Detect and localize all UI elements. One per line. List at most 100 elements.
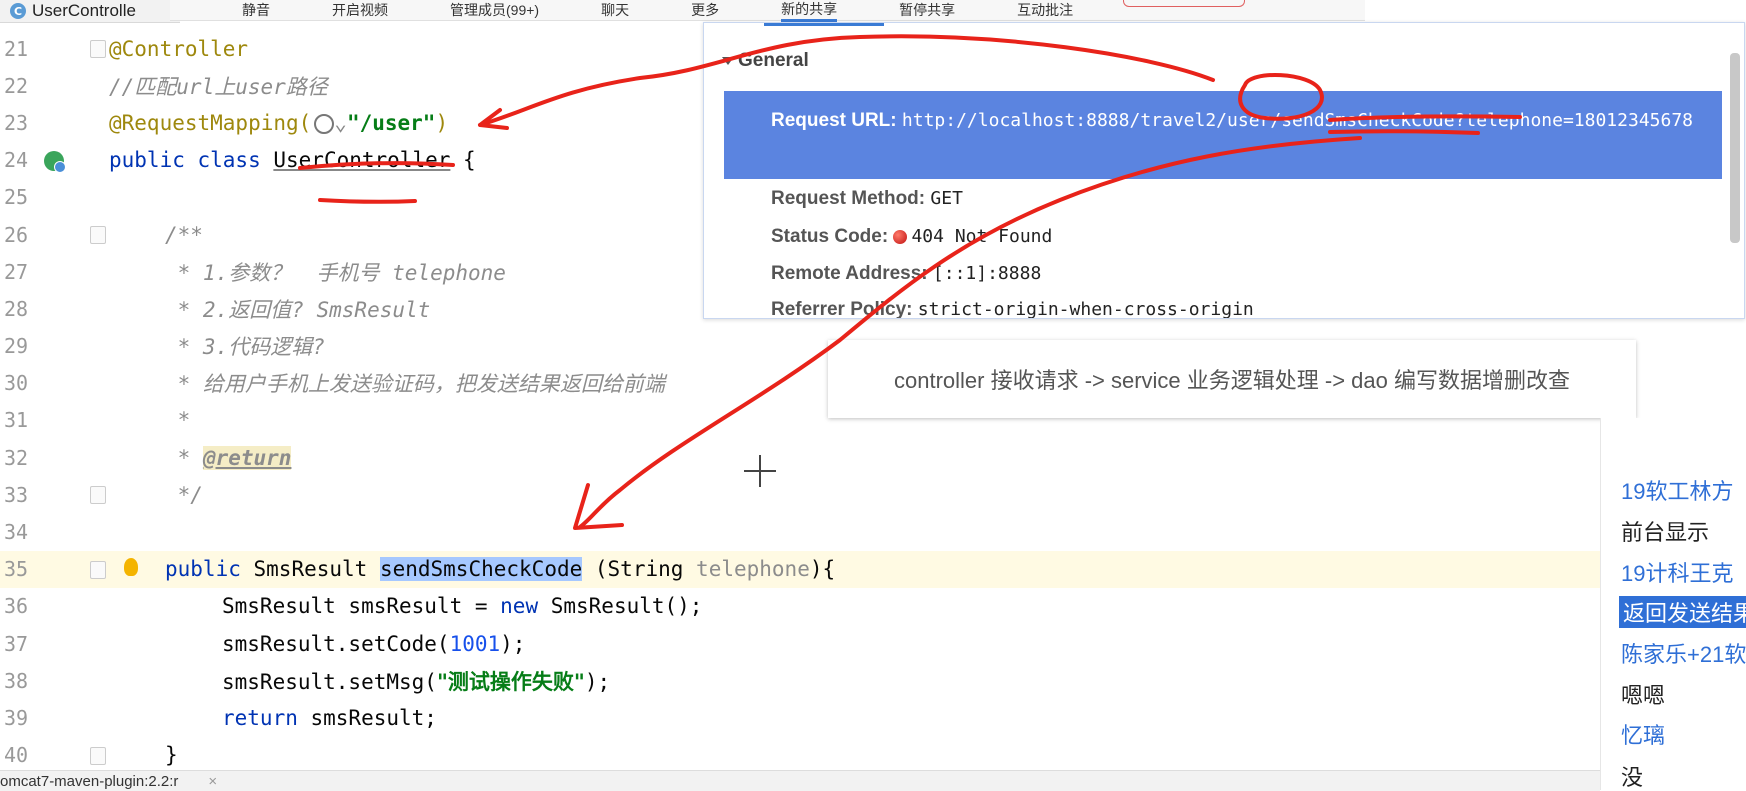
code-text: * 1.参数？ 手机号 telephone: [165, 260, 506, 285]
chat-button[interactable]: 聊天: [601, 0, 629, 20]
string-literal: "/user": [346, 110, 436, 135]
file-tab[interactable]: C UserControlle: [0, 0, 180, 23]
method-name-selected[interactable]: sendSmsCheckCode: [379, 557, 583, 582]
scrollbar-thumb[interactable]: [1730, 53, 1740, 243]
remote-address-label: Remote Address:: [771, 263, 928, 284]
line-number: 33: [4, 482, 29, 507]
chat-sender[interactable]: 19计科王克: [1621, 556, 1733, 588]
fold-icon[interactable]: [90, 746, 106, 765]
code-segment: SmsResult();: [538, 594, 703, 619]
code-line: 33 */: [0, 476, 1600, 513]
line-number: 28: [4, 296, 29, 321]
lightbulb-icon[interactable]: [124, 557, 138, 576]
class-name: UserController: [273, 148, 451, 173]
line-number: 31: [4, 408, 29, 433]
code-line-current: 35 public SmsResult sendSmsCheckCode (St…: [0, 550, 1600, 588]
chat-sender[interactable]: 陈家乐+21软: [1621, 637, 1746, 669]
chat-sender[interactable]: 19软工林方: [1621, 474, 1733, 506]
line-number: 34: [4, 520, 29, 545]
chat-sender[interactable]: 忆璃: [1621, 718, 1665, 750]
remote-address-row: Remote Address: [::1]:8888: [771, 263, 1744, 285]
code-text: SmsResult smsResult = new SmsResult();: [222, 594, 702, 618]
brace: {: [450, 148, 476, 173]
paren-open: (String: [582, 557, 697, 582]
referrer-policy-label: Referrer Policy:: [771, 299, 913, 319]
chat-message-selected[interactable]: 返回发送结果: [1619, 596, 1746, 628]
architecture-note: controller 接收请求 -> service 业务逻辑处理 -> dao…: [828, 340, 1636, 418]
spring-bean-icon[interactable]: [44, 150, 66, 173]
keyword: return: [222, 705, 298, 730]
code-text: public class UserController {: [109, 148, 476, 172]
code-text: smsResult.setCode(1001);: [222, 632, 525, 656]
architecture-note-text: controller 接收请求 -> service 业务逻辑处理 -> dao…: [893, 368, 1570, 393]
line-number: 40: [4, 743, 29, 768]
code-text: /**: [165, 222, 203, 247]
expand-triangle-icon[interactable]: [722, 56, 734, 65]
fold-icon[interactable]: [90, 486, 106, 505]
line-number: 37: [4, 631, 29, 656]
keyword: new: [500, 594, 539, 619]
keyword: public class: [109, 148, 274, 173]
general-section-header[interactable]: General: [722, 50, 809, 72]
line-number: 26: [4, 222, 29, 247]
request-url-row[interactable]: Request URL: http://localhost:8888/trave…: [724, 91, 1722, 179]
fold-icon[interactable]: [90, 225, 106, 244]
annotate-button[interactable]: 互动批注: [1017, 0, 1073, 20]
chat-message: 嗯嗯: [1621, 683, 1666, 708]
code-text: * 给用户手机上发送验证码，把发送结果返回给前端: [165, 372, 665, 397]
run-status-bar[interactable]: omcat7-maven-plugin:2.2:r ×: [0, 770, 1600, 791]
code-line: 34: [0, 513, 1600, 550]
code-line: 40 }: [0, 737, 1600, 774]
line-number: 35: [4, 557, 29, 582]
members-button[interactable]: 管理成员(99+): [450, 0, 539, 20]
more-button[interactable]: 更多: [691, 0, 719, 20]
code-text: //匹配url上user路径: [109, 74, 328, 99]
code-segment: );: [500, 631, 526, 656]
video-button[interactable]: 开启视频: [332, 0, 388, 20]
chat-message: 没: [1621, 765, 1644, 790]
pause-share-button[interactable]: 暂停共享: [899, 0, 955, 20]
line-number: 22: [4, 73, 29, 98]
code-line: 39 return smsResult;: [0, 699, 1600, 736]
code-segment: smsResult.setCode(: [222, 631, 450, 656]
line-number: 36: [4, 594, 29, 619]
code-text: }: [165, 743, 178, 768]
meeting-toolbar: 静音 开启视频 管理成员(99+) 聊天 更多 新的共享 暂停共享 互动批注: [170, 0, 1365, 22]
code-line: 37 smsResult.setCode(1001);: [0, 625, 1600, 662]
meeting-chat-panel[interactable]: 19软工林方 前台显示 19计科王克 返回发送结果 陈家乐+21软 嗯嗯 忆璃 …: [1600, 418, 1746, 790]
code-text: * 2.返回值? SmsResult: [165, 297, 431, 322]
fold-icon[interactable]: [90, 40, 106, 58]
number-literal: 1001: [449, 631, 501, 656]
code-text: public SmsResult sendSmsCheckCode (Strin…: [165, 557, 836, 582]
new-share-button[interactable]: 新的共享: [781, 0, 838, 22]
referrer-policy-row: Referrer Policy: strict-origin-when-cros…: [771, 299, 1744, 319]
devtools-headers-panel[interactable]: General Request URL: http://localhost:88…: [703, 22, 1745, 319]
code-text: return smsResult;: [222, 706, 437, 730]
mute-button[interactable]: 静音: [242, 0, 270, 20]
code-text: *: [165, 408, 191, 433]
parameter-name: telephone: [696, 557, 810, 582]
code-segment: SmsResult smsResult =: [222, 594, 501, 619]
fold-icon[interactable]: [90, 560, 106, 579]
comment-star: *: [165, 445, 203, 470]
end-share-button[interactable]: [1123, 0, 1246, 7]
code-text: smsResult.setMsg("测试操作失败");: [222, 666, 610, 696]
javadoc-return-tag: @return: [202, 445, 292, 470]
code-segment: );: [584, 669, 611, 694]
section-title: General: [738, 50, 809, 71]
globe-icon[interactable]: [314, 113, 335, 134]
status-error-icon: [893, 229, 908, 244]
paren-close: ){: [809, 557, 836, 582]
chat-message: 前台显示: [1621, 520, 1710, 545]
chevron-down-icon[interactable]: ⌄: [334, 111, 347, 135]
request-method-label: Request Method:: [771, 188, 926, 209]
status-code-row: Status Code: 404 Not Found: [771, 226, 1744, 248]
line-number: 27: [4, 259, 29, 284]
close-icon[interactable]: ×: [208, 773, 217, 790]
request-url-value[interactable]: http://localhost:8888/travel2/user/sendS…: [902, 110, 1693, 131]
class-file-icon: C: [10, 3, 26, 19]
code-text: @RequestMapping(⌄"/user"): [109, 111, 448, 135]
run-config-label: omcat7-maven-plugin:2.2:r: [0, 772, 179, 790]
line-number: 21: [4, 36, 29, 61]
code-line: 38 smsResult.setMsg("测试操作失败");: [0, 662, 1600, 699]
